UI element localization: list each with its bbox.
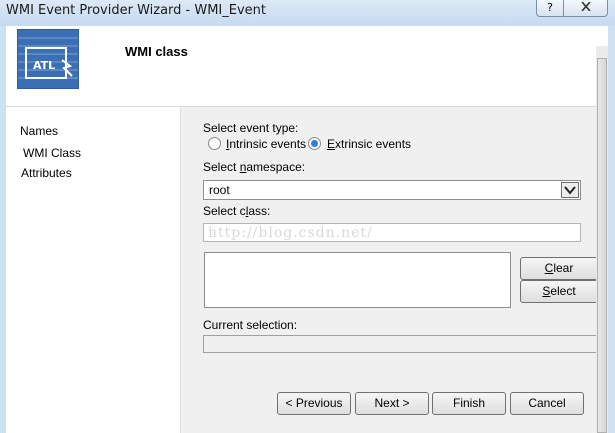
event-type-label: Select event type:	[203, 121, 299, 135]
form-pane: Select event type: Intrinsic events Extr…	[180, 107, 608, 433]
nav-item-names[interactable]: Names	[20, 124, 58, 138]
extrinsic-events-radio[interactable]	[308, 137, 321, 150]
namespace-select[interactable]: root	[203, 180, 581, 200]
title-bar: WMI Event Provider Wizard - WMI_Event ?	[0, 0, 615, 26]
clear-button[interactable]: Clear	[520, 257, 598, 280]
wizard-header: ATL WMI class	[6, 26, 608, 106]
help-icon: ?	[547, 1, 553, 14]
wizard-window: ATL WMI class Names WMI Class Attributes…	[6, 26, 608, 433]
nav-item-wmi-class[interactable]: WMI Class	[23, 146, 81, 160]
window-title: WMI Event Provider Wizard - WMI_Event	[6, 3, 267, 18]
extrinsic-events-label[interactable]: Extrinsic events	[327, 137, 411, 151]
next-button[interactable]: Next >	[355, 392, 429, 415]
logo-text: ATL	[33, 59, 55, 72]
dropdown-button[interactable]	[561, 182, 579, 198]
page-title: WMI class	[125, 44, 188, 59]
namespace-label: Select namespace:	[203, 160, 306, 174]
scrollbar-thumb[interactable]	[597, 58, 607, 433]
atl-wizard-logo-icon: ATL	[17, 29, 79, 89]
navigation-pane: Names WMI Class Attributes	[6, 107, 180, 433]
vertical-scrollbar[interactable]	[596, 46, 608, 433]
previous-button[interactable]: < Previous	[277, 392, 351, 415]
current-selection-field	[203, 335, 598, 353]
current-selection-label: Current selection:	[203, 318, 298, 332]
close-button[interactable]	[563, 0, 608, 17]
intrinsic-events-label[interactable]: Intrinsic events	[226, 137, 306, 151]
close-icon	[580, 1, 591, 14]
namespace-value: root	[209, 183, 230, 197]
finish-button[interactable]: Finish	[432, 392, 506, 415]
watermark-text: http://blog.csdn.net/	[208, 225, 373, 241]
intrinsic-events-radio[interactable]	[208, 137, 221, 150]
help-button[interactable]: ?	[536, 0, 564, 17]
class-input[interactable]: http://blog.csdn.net/	[203, 223, 581, 242]
chevron-down-icon	[564, 186, 576, 195]
class-list-box[interactable]	[204, 252, 511, 308]
cancel-button[interactable]: Cancel	[510, 392, 584, 415]
nav-item-attributes[interactable]: Attributes	[21, 166, 72, 180]
select-button[interactable]: Select	[520, 280, 598, 303]
class-label: Select class:	[203, 204, 271, 218]
